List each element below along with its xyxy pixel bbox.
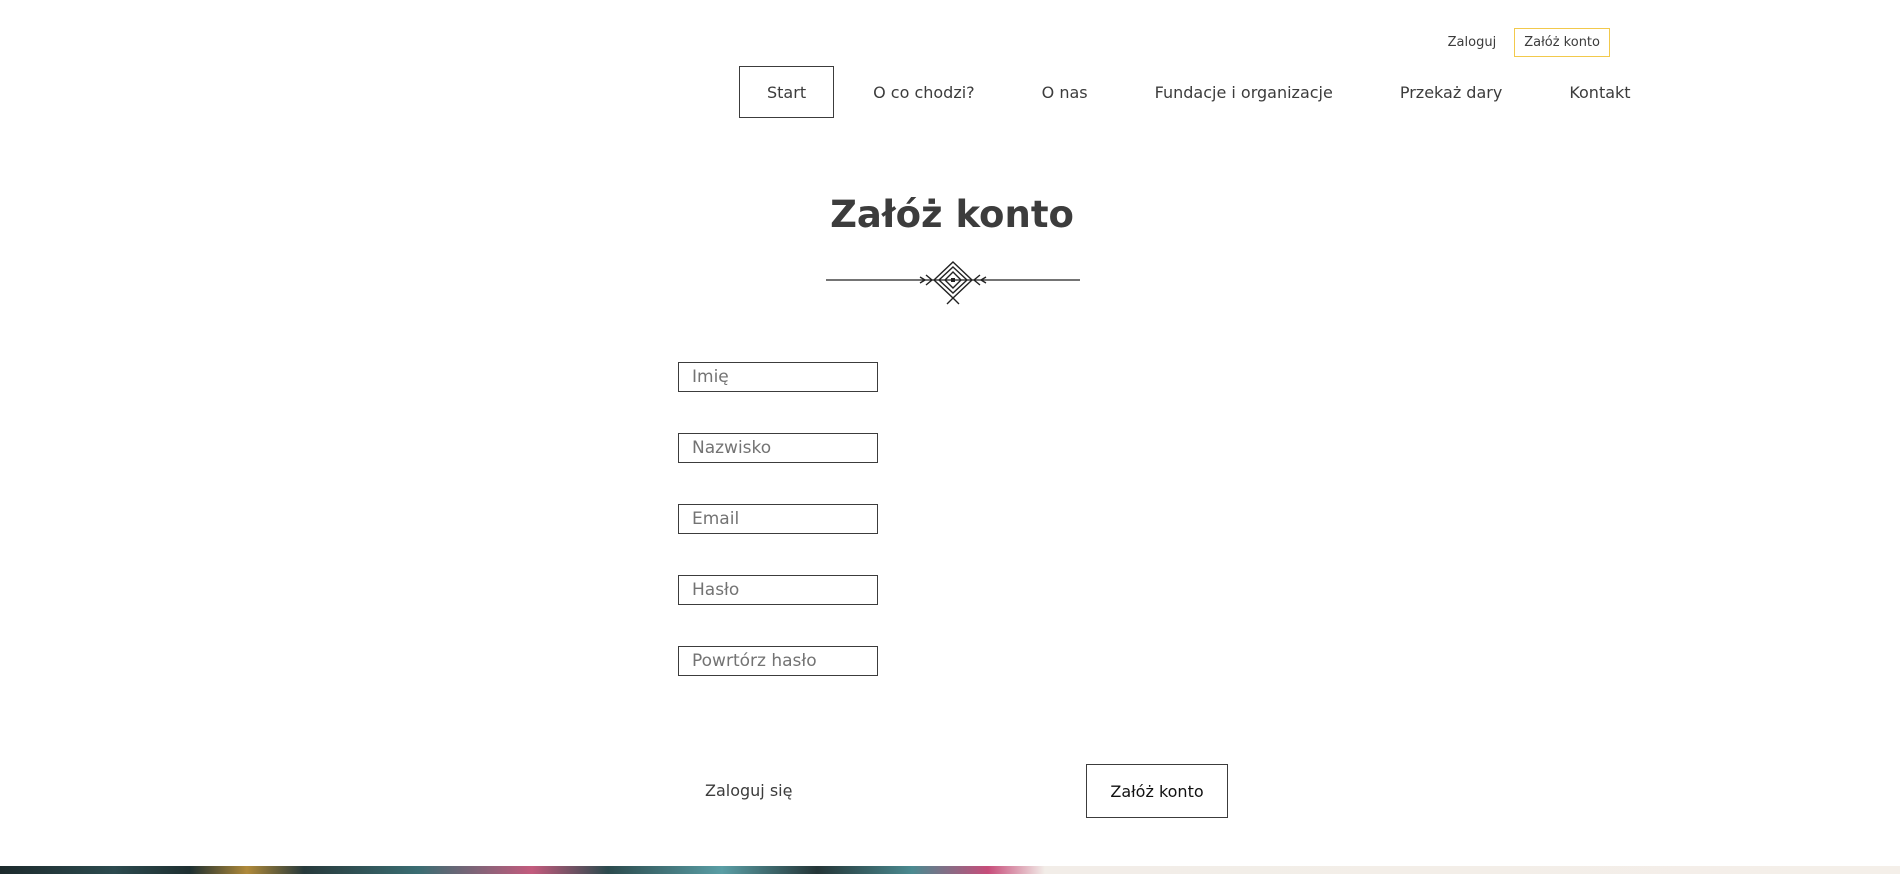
login-link[interactable]: Zaloguj [1448,29,1497,56]
register-form [678,362,878,717]
page-title: Załóż konto [830,193,1074,236]
decorative-divider-icon [826,261,1080,305]
decorative-image-strip [0,866,1900,874]
first-name-input[interactable] [678,362,878,392]
nav-item-start[interactable]: Start [739,66,835,118]
nav-item-contact[interactable]: Kontakt [1541,66,1658,118]
nav-item-foundations[interactable]: Fundacje i organizacje [1127,66,1361,118]
auth-links: Zaloguj Załóż konto [1448,28,1610,57]
register-link[interactable]: Załóż konto [1514,28,1610,57]
register-submit-button[interactable]: Załóż konto [1086,764,1228,818]
email-input[interactable] [678,504,878,534]
last-name-input[interactable] [678,433,878,463]
form-actions: Zaloguj się Załóż konto [678,764,1228,818]
main-nav: Start O co chodzi? O nas Fundacje i orga… [739,66,1670,118]
password-input[interactable] [678,575,878,605]
nav-item-about-idea[interactable]: O co chodzi? [845,66,1003,118]
login-instead-link[interactable]: Zaloguj się [705,781,792,800]
register-page: Zaloguj Załóż konto Start O co chodzi? O… [0,0,1900,874]
nav-item-donate[interactable]: Przekaż dary [1372,66,1530,118]
nav-item-about-us[interactable]: O nas [1014,66,1116,118]
password-repeat-input[interactable] [678,646,878,676]
